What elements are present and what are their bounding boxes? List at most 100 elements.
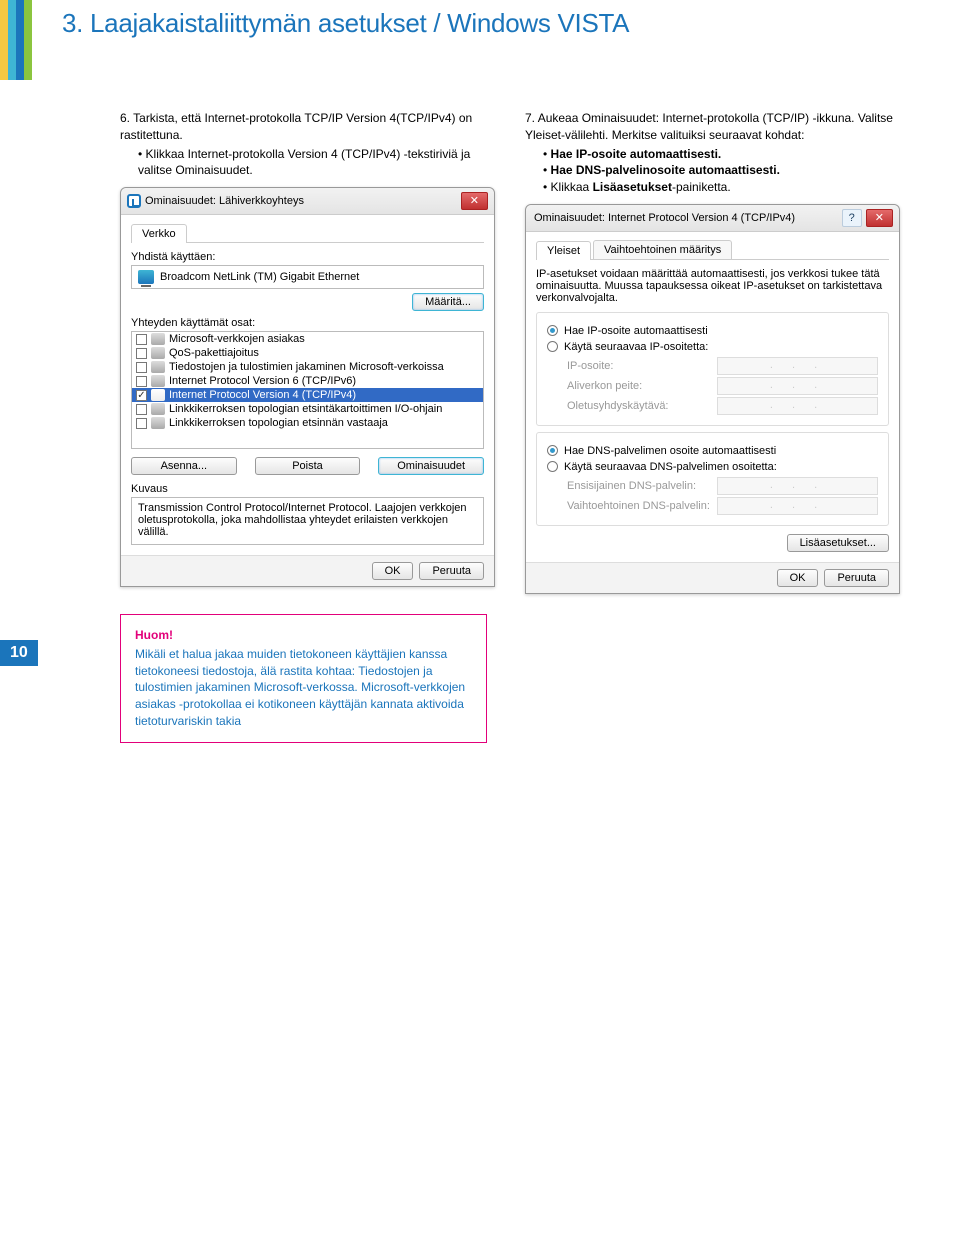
lbl-iposoite: IP-osoite: [567, 360, 717, 372]
ip-input: . . . [717, 357, 878, 375]
page-header: 3. Laajakaistaliittymän asetukset / Wind… [0, 0, 960, 80]
right-column: 7. Aukeaa Ominaisuudet: Internet-protoko… [525, 110, 900, 594]
bar-green [24, 0, 32, 80]
huom-title: Huom! [135, 627, 472, 644]
list-item[interactable]: Tiedostojen ja tulostimien jakaminen Mic… [132, 360, 483, 374]
instr-7-bullet-2: Hae DNS-palvelinosoite automaattisesti. [543, 162, 900, 179]
dialog1-cancel-button[interactable]: Peruuta [419, 562, 484, 580]
instr-6-text: Tarkista, että Internet-protokolla TCP/I… [120, 111, 472, 142]
instr-7-bullet-3: Klikkaa Lisäasetukset-painiketta. [543, 179, 900, 196]
bar-blue [16, 0, 24, 80]
huom-text: Mikäli et halua jakaa muiden tietokoneen… [135, 646, 472, 730]
protocol-icon [151, 375, 165, 387]
list-item-label: Linkkikerroksen topologian etsintäkartoi… [169, 403, 442, 415]
maarita-button[interactable]: Määritä... [412, 293, 484, 311]
help-icon[interactable]: ? [842, 209, 862, 227]
dialog2-ok-button[interactable]: OK [777, 569, 819, 587]
dialog-tcpip-properties: Ominaisuudet: Internet Protocol Version … [525, 204, 900, 594]
list-item[interactable]: Internet Protocol Version 6 (TCP/IPv6) [132, 374, 483, 388]
dialog2-info: IP-asetukset voidaan määrittää automaatt… [536, 268, 889, 304]
close-icon[interactable]: ✕ [866, 209, 893, 227]
protocol-icon [151, 389, 165, 401]
radio-icon [547, 341, 558, 352]
instr-7-num: 7. [525, 111, 535, 125]
list-item-label: Internet Protocol Version 4 (TCP/IPv4) [169, 389, 356, 401]
asenna-button[interactable]: Asenna... [131, 457, 237, 475]
close-icon[interactable]: ✕ [461, 192, 488, 210]
protocol-icon [151, 361, 165, 373]
lisaasetukset-button[interactable]: Lisäasetukset... [787, 534, 889, 552]
instr-6-num: 6. [120, 111, 130, 125]
instruction-7: 7. Aukeaa Ominaisuudet: Internet-protoko… [525, 110, 900, 196]
gw-input: . . . [717, 397, 878, 415]
dns-fieldset: Hae DNS-palvelimen osoite automaattisest… [536, 432, 889, 526]
radio-kayta-dns[interactable]: Käytä seuraavaa DNS-palvelimen osoitetta… [547, 461, 878, 473]
radio-icon [547, 325, 558, 336]
poista-button[interactable]: Poista [255, 457, 361, 475]
list-item-label: Tiedostojen ja tulostimien jakaminen Mic… [169, 361, 444, 373]
checkbox-icon[interactable] [136, 334, 147, 345]
radio-kayta-ip[interactable]: Käytä seuraavaa IP-osoitetta: [547, 341, 878, 353]
checkbox-icon[interactable] [136, 362, 147, 373]
color-bars [0, 0, 32, 80]
bar-yellow [0, 0, 8, 80]
bar-cyan [8, 0, 16, 80]
dialog2-title: Ominaisuudet: Internet Protocol Version … [534, 212, 842, 224]
dialog1-ok-button[interactable]: OK [372, 562, 414, 580]
lbl-vaihto-dns: Vaihtoehtoinen DNS-palvelin: [567, 500, 717, 512]
list-item[interactable]: QoS-pakettiajoitus [132, 346, 483, 360]
tab-yleiset[interactable]: Yleiset [536, 241, 591, 260]
radio-icon [547, 461, 558, 472]
list-item[interactable]: Linkkikerroksen topologian etsintäkartoi… [132, 402, 483, 416]
lbl-aliverkko: Aliverkon peite: [567, 380, 717, 392]
mask-input: . . . [717, 377, 878, 395]
page-number: 10 [0, 640, 38, 666]
dns2-input: . . . [717, 497, 878, 515]
section-title: 3. Laajakaistaliittymän asetukset / Wind… [62, 0, 629, 39]
radio-hae-dns[interactable]: Hae DNS-palvelimen osoite automaattisest… [547, 445, 878, 457]
checkbox-icon[interactable] [136, 390, 147, 401]
ip-fieldset: Hae IP-osoite automaattisesti Käytä seur… [536, 312, 889, 426]
checkbox-icon[interactable] [136, 348, 147, 359]
protocol-icon [151, 347, 165, 359]
kuvaus-text: Transmission Control Protocol/Internet P… [131, 497, 484, 545]
instr-7-text: Aukeaa Ominaisuudet: Internet-protokolla… [525, 111, 893, 142]
dialog2-cancel-button[interactable]: Peruuta [824, 569, 889, 587]
adapter-field: Broadcom NetLink (TM) Gigabit Ethernet [131, 265, 484, 289]
instr-6-bullet-1: Klikkaa Internet-protokolla Version 4 (T… [138, 146, 495, 180]
list-item-label: Internet Protocol Version 6 (TCP/IPv6) [169, 375, 356, 387]
protocol-icon [151, 333, 165, 345]
dns1-input: . . . [717, 477, 878, 495]
list-item[interactable]: Linkkikerroksen topologian etsinnän vast… [132, 416, 483, 430]
tab-strip-2: Yleiset Vaihtoehtoinen määritys [536, 240, 889, 260]
ominaisuudet-button[interactable]: Ominaisuudet [378, 457, 484, 475]
checkbox-icon[interactable] [136, 404, 147, 415]
checkbox-icon[interactable] [136, 418, 147, 429]
checkbox-icon[interactable] [136, 376, 147, 387]
label-yhdista: Yhdistä käyttäen: [131, 251, 484, 263]
list-item-label: QoS-pakettiajoitus [169, 347, 259, 359]
tab-vaihtoehtoinen[interactable]: Vaihtoehtoinen määritys [593, 240, 732, 259]
adapter-name: Broadcom NetLink (TM) Gigabit Ethernet [160, 271, 359, 283]
list-item-label: Microsoft-verkkojen asiakas [169, 333, 305, 345]
instr-7-bullet-1: Hae IP-osoite automaattisesti. [543, 146, 900, 163]
dialog-lan-properties: Ominaisuudet: Lähiverkkoyhteys ✕ Verkko … [120, 187, 495, 587]
tab-verkko[interactable]: Verkko [131, 224, 187, 243]
radio-hae-ip[interactable]: Hae IP-osoite automaattisesti [547, 325, 878, 337]
lbl-oletus: Oletusyhdyskäytävä: [567, 400, 717, 412]
left-column: 6. Tarkista, että Internet-protokolla TC… [120, 110, 495, 594]
label-kuvaus: Kuvaus [131, 483, 484, 495]
label-osat: Yhteyden käyttämät osat: [131, 317, 484, 329]
tab-strip: Verkko [131, 223, 484, 243]
radio-icon [547, 445, 558, 456]
instruction-6: 6. Tarkista, että Internet-protokolla TC… [120, 110, 495, 179]
protocol-icon [151, 417, 165, 429]
protocol-icon [151, 403, 165, 415]
network-adapter-icon [138, 270, 154, 284]
list-item[interactable]: Internet Protocol Version 4 (TCP/IPv4) [132, 388, 483, 402]
list-item[interactable]: Microsoft-verkkojen asiakas [132, 332, 483, 346]
window-icon [127, 194, 141, 208]
components-list[interactable]: Microsoft-verkkojen asiakas QoS-pakettiaj… [131, 331, 484, 449]
list-item-label: Linkkikerroksen topologian etsinnän vast… [169, 417, 388, 429]
dialog1-title: Ominaisuudet: Lähiverkkoyhteys [145, 195, 461, 207]
